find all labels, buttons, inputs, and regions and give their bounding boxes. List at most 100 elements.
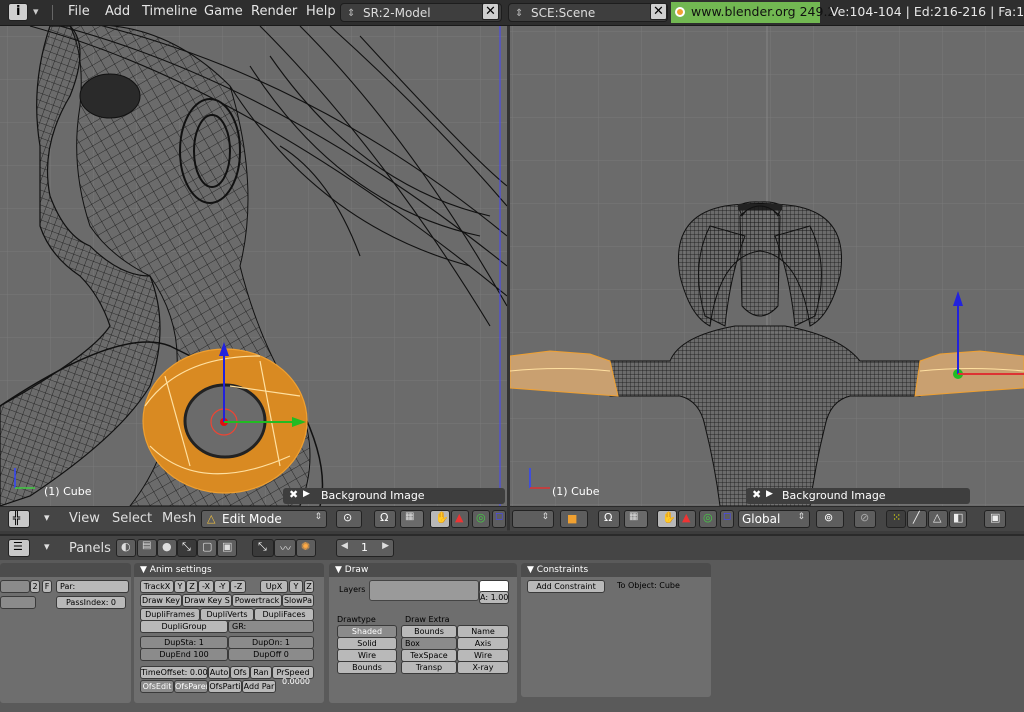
add-constraint-button[interactable]: Add Constraint: [527, 580, 605, 593]
extra-tool-button[interactable]: ◻: [492, 510, 506, 528]
draw-key-sel-button[interactable]: Draw Key S: [182, 594, 232, 607]
menu-select[interactable]: Select: [112, 511, 152, 526]
face-select-button[interactable]: △: [928, 510, 948, 528]
dupoff-field[interactable]: DupOff 0: [228, 648, 314, 661]
anim-settings-header[interactable]: ▼ Anim settings: [134, 563, 324, 577]
context-object-button[interactable]: ⤡: [177, 539, 197, 557]
menu-timeline[interactable]: Timeline: [142, 4, 197, 19]
snap-button[interactable]: ⊘: [854, 510, 876, 528]
track-negz-button[interactable]: -Z: [230, 580, 246, 593]
extra-tool-button[interactable]: ◻: [720, 510, 734, 528]
layer-grid[interactable]: [369, 580, 479, 601]
vertex-select-button[interactable]: ⁙: [886, 510, 906, 528]
right-3d-viewport[interactable]: (1) Cube ✖ ▶ Background Image: [510, 26, 1024, 506]
ofs-button[interactable]: Ofs: [230, 666, 250, 679]
hand-tool-button[interactable]: ✋: [657, 510, 677, 528]
manipulator-toggle-right[interactable]: Ω: [598, 510, 620, 528]
track-y-button[interactable]: Y: [174, 580, 186, 593]
scale-tool-button[interactable]: ◎: [472, 510, 490, 528]
draw-type-button[interactable]: ■: [560, 510, 588, 528]
up-z-button[interactable]: Z: [304, 580, 314, 593]
menu-add[interactable]: Add: [105, 4, 130, 19]
mode-selector-right[interactable]: ⇕: [512, 510, 554, 528]
dupend-field[interactable]: DupEnd 100: [140, 648, 228, 661]
collapse-arrow-icon[interactable]: ▶: [766, 489, 773, 499]
context-shading-button[interactable]: ●: [157, 539, 177, 557]
scale-tool-button[interactable]: ◎: [699, 510, 717, 528]
object-dropdown[interactable]: [0, 596, 36, 609]
fake-user-button[interactable]: F: [42, 580, 52, 593]
track-z-button[interactable]: Z: [186, 580, 198, 593]
dupligroup-button[interactable]: DupliGroup: [140, 620, 228, 633]
hand-tool-button[interactable]: ✋: [430, 510, 450, 528]
info-menu-button[interactable]: i: [8, 3, 28, 21]
context-script-button[interactable]: ▤: [137, 539, 157, 557]
sub-object-button[interactable]: ⤡: [252, 539, 274, 557]
slowpar-button[interactable]: SlowPa: [282, 594, 314, 607]
ofsparent-button[interactable]: OfsParent: [174, 680, 208, 693]
orientation-selector[interactable]: Global ⇕: [738, 510, 810, 528]
auto-button[interactable]: Auto: [208, 666, 230, 679]
object-name-field[interactable]: [0, 580, 30, 593]
menu-file[interactable]: File: [68, 4, 90, 19]
powertrack-button[interactable]: Powertrack: [232, 594, 282, 607]
scene-selector[interactable]: ⇕ SCE:Scene: [508, 3, 668, 22]
menu-mesh[interactable]: Mesh: [162, 511, 196, 526]
delete-screen-button[interactable]: ✕: [482, 3, 499, 20]
left-3d-viewport[interactable]: (1) Cube ✖ ▶ Background Image: [0, 26, 507, 506]
parent-field[interactable]: Par:: [56, 580, 129, 593]
layers-button[interactable]: ▦: [400, 510, 424, 528]
close-icon[interactable]: ✖: [752, 488, 761, 501]
close-icon[interactable]: ✖: [289, 488, 298, 501]
right-bg-image-panel[interactable]: ✖ ▶ Background Image: [746, 488, 970, 504]
pass-index-field[interactable]: PassIndex: 0: [56, 596, 126, 609]
edge-select-button[interactable]: ╱: [907, 510, 927, 528]
layers-button-right[interactable]: ▦: [624, 510, 648, 528]
editor-type-button[interactable]: ☰: [8, 539, 30, 557]
alpha-field[interactable]: A: 1.00: [479, 591, 509, 604]
sub-physics-button[interactable]: 〰: [274, 539, 296, 557]
constraints-header[interactable]: ▼ Constraints: [521, 563, 711, 577]
collapse-menu-icon[interactable]: ▾: [44, 540, 50, 553]
menu-view[interactable]: View: [69, 511, 100, 526]
up-y-button[interactable]: Y: [289, 580, 303, 593]
context-scene-button[interactable]: ▣: [217, 539, 237, 557]
ofsparti-button[interactable]: OfsParti: [208, 680, 242, 693]
menu-render[interactable]: Render: [251, 4, 297, 19]
extra-transp[interactable]: Transp: [401, 661, 457, 674]
track-x-button[interactable]: TrackX: [140, 580, 174, 593]
collapse-menu-icon[interactable]: ▾: [44, 511, 50, 524]
manipulator-toggle[interactable]: Ω: [374, 510, 396, 528]
collapse-menu-icon[interactable]: ▾: [33, 3, 45, 21]
screen-selector[interactable]: ⇕ SR:2-Model: [340, 3, 502, 22]
context-logic-button[interactable]: ◐: [116, 539, 136, 557]
website-link[interactable]: www.blender.org 249.2: [671, 2, 835, 23]
pivot-button[interactable]: ⊙: [336, 510, 362, 528]
add-par-button[interactable]: Add Par: [242, 680, 276, 693]
ran-button[interactable]: Ran: [250, 666, 272, 679]
left-bg-image-panel[interactable]: ✖ ▶ Background Image: [283, 488, 505, 504]
group-field[interactable]: GR:: [228, 620, 314, 633]
delete-scene-button[interactable]: ✕: [650, 3, 667, 20]
draw-panel-header[interactable]: ▼ Draw: [329, 563, 517, 577]
occlude-button[interactable]: ◧: [949, 510, 967, 528]
menu-game[interactable]: Game: [204, 4, 243, 19]
increment-icon[interactable]: ▶: [382, 541, 389, 551]
mode-selector[interactable]: △ Edit Mode ⇕: [201, 510, 327, 528]
decrement-icon[interactable]: ◀: [341, 541, 348, 551]
up-x-button[interactable]: UpX: [260, 580, 288, 593]
proportional-edit-button[interactable]: ⊚: [816, 510, 844, 528]
extra-xray[interactable]: X-ray: [457, 661, 509, 674]
time-offset-field[interactable]: TimeOffset: 0.00: [140, 666, 208, 679]
rotate-tool-button[interactable]: ▲: [678, 510, 696, 528]
render-preview-button[interactable]: ▣: [984, 510, 1006, 528]
frame-field[interactable]: ◀ 1 ▶: [336, 539, 394, 557]
context-editing-button[interactable]: ▢: [197, 539, 217, 557]
drawtype-bounds[interactable]: Bounds: [337, 661, 397, 674]
ofsedit-button[interactable]: OfsEdit: [140, 680, 174, 693]
rotate-tool-button[interactable]: ▲: [451, 510, 469, 528]
collapse-arrow-icon[interactable]: ▶: [303, 489, 310, 499]
editor-type-button[interactable]: ╬: [8, 510, 30, 528]
track-negx-button[interactable]: -X: [198, 580, 214, 593]
draw-key-button[interactable]: Draw Key: [140, 594, 182, 607]
